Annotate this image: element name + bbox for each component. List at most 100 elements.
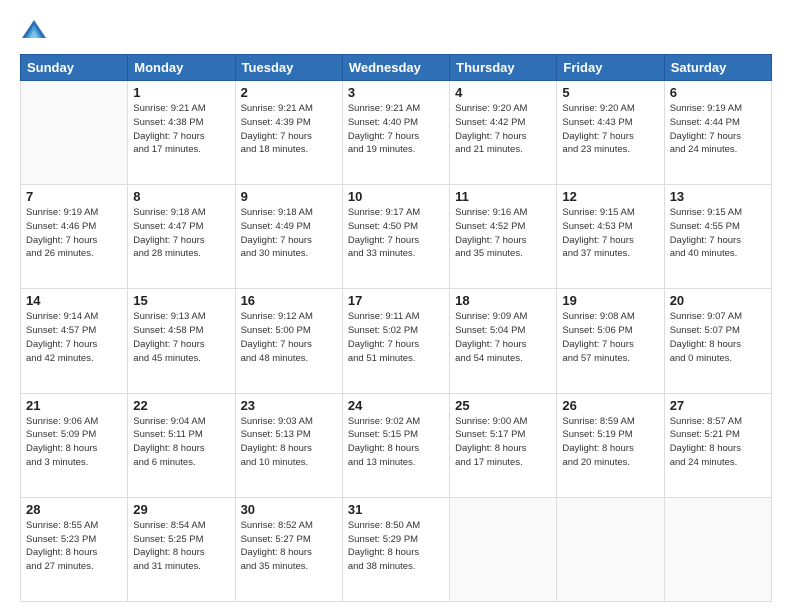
day-number: 22 xyxy=(133,398,229,413)
day-number: 25 xyxy=(455,398,551,413)
day-info: Sunrise: 9:21 AMSunset: 4:39 PMDaylight:… xyxy=(241,102,337,157)
day-info: Sunrise: 9:08 AMSunset: 5:06 PMDaylight:… xyxy=(562,310,658,365)
logo xyxy=(20,16,52,44)
day-number: 16 xyxy=(241,293,337,308)
day-number: 11 xyxy=(455,189,551,204)
header xyxy=(20,16,772,44)
day-info: Sunrise: 9:18 AMSunset: 4:47 PMDaylight:… xyxy=(133,206,229,261)
calendar-cell: 21 Sunrise: 9:06 AMSunset: 5:09 PMDayligh… xyxy=(21,393,128,497)
header-day-monday: Monday xyxy=(128,55,235,81)
calendar-cell: 4 Sunrise: 9:20 AMSunset: 4:42 PMDaylight… xyxy=(450,81,557,185)
day-info: Sunrise: 9:04 AMSunset: 5:11 PMDaylight:… xyxy=(133,415,229,470)
calendar-cell: 27 Sunrise: 8:57 AMSunset: 5:21 PMDayligh… xyxy=(664,393,771,497)
day-number: 7 xyxy=(26,189,122,204)
calendar-cell: 12Sunrise: 9:15 AMSunset: 4:53 PMDayligh… xyxy=(557,185,664,289)
calendar-cell xyxy=(557,497,664,601)
day-info: Sunrise: 9:03 AMSunset: 5:13 PMDaylight:… xyxy=(241,415,337,470)
page: SundayMondayTuesdayWednesdayThursdayFrid… xyxy=(0,0,792,612)
day-number: 5 xyxy=(562,85,658,100)
day-info: Sunrise: 9:20 AMSunset: 4:42 PMDaylight:… xyxy=(455,102,551,157)
calendar-cell: 8 Sunrise: 9:18 AMSunset: 4:47 PMDaylight… xyxy=(128,185,235,289)
day-info: Sunrise: 9:15 AMSunset: 4:55 PMDaylight:… xyxy=(670,206,766,261)
day-number: 28 xyxy=(26,502,122,517)
week-row-4: 21 Sunrise: 9:06 AMSunset: 5:09 PMDayligh… xyxy=(21,393,772,497)
day-number: 15 xyxy=(133,293,229,308)
day-info: Sunrise: 9:00 AMSunset: 5:17 PMDaylight:… xyxy=(455,415,551,470)
week-row-1: 1 Sunrise: 9:21 AMSunset: 4:38 PMDaylight… xyxy=(21,81,772,185)
day-info: Sunrise: 9:07 AMSunset: 5:07 PMDaylight:… xyxy=(670,310,766,365)
header-row: SundayMondayTuesdayWednesdayThursdayFrid… xyxy=(21,55,772,81)
day-number: 18 xyxy=(455,293,551,308)
day-number: 26 xyxy=(562,398,658,413)
calendar-cell: 30 Sunrise: 8:52 AMSunset: 5:27 PMDayligh… xyxy=(235,497,342,601)
header-day-wednesday: Wednesday xyxy=(342,55,449,81)
day-number: 23 xyxy=(241,398,337,413)
week-row-3: 14 Sunrise: 9:14 AMSunset: 4:57 PMDayligh… xyxy=(21,289,772,393)
day-number: 24 xyxy=(348,398,444,413)
header-day-friday: Friday xyxy=(557,55,664,81)
calendar-cell: 3Sunrise: 9:21 AMSunset: 4:40 PMDaylight… xyxy=(342,81,449,185)
calendar-cell: 1 Sunrise: 9:21 AMSunset: 4:38 PMDaylight… xyxy=(128,81,235,185)
week-row-5: 28 Sunrise: 8:55 AMSunset: 5:23 PMDayligh… xyxy=(21,497,772,601)
day-number: 20 xyxy=(670,293,766,308)
day-info: Sunrise: 8:55 AMSunset: 5:23 PMDaylight:… xyxy=(26,519,122,574)
day-number: 27 xyxy=(670,398,766,413)
header-day-sunday: Sunday xyxy=(21,55,128,81)
day-number: 21 xyxy=(26,398,122,413)
calendar-cell: 14 Sunrise: 9:14 AMSunset: 4:57 PMDayligh… xyxy=(21,289,128,393)
calendar-cell: 13Sunrise: 9:15 AMSunset: 4:55 PMDayligh… xyxy=(664,185,771,289)
calendar-cell: 20 Sunrise: 9:07 AMSunset: 5:07 PMDayligh… xyxy=(664,289,771,393)
day-number: 30 xyxy=(241,502,337,517)
day-info: Sunrise: 9:21 AMSunset: 4:38 PMDaylight:… xyxy=(133,102,229,157)
calendar-cell: 22 Sunrise: 9:04 AMSunset: 5:11 PMDayligh… xyxy=(128,393,235,497)
calendar-cell: 7 Sunrise: 9:19 AMSunset: 4:46 PMDaylight… xyxy=(21,185,128,289)
day-info: Sunrise: 8:50 AMSunset: 5:29 PMDaylight:… xyxy=(348,519,444,574)
day-info: Sunrise: 9:19 AMSunset: 4:46 PMDaylight:… xyxy=(26,206,122,261)
calendar-cell: 15 Sunrise: 9:13 AMSunset: 4:58 PMDayligh… xyxy=(128,289,235,393)
day-number: 8 xyxy=(133,189,229,204)
calendar-cell: 6 Sunrise: 9:19 AMSunset: 4:44 PMDaylight… xyxy=(664,81,771,185)
day-number: 4 xyxy=(455,85,551,100)
day-info: Sunrise: 9:18 AMSunset: 4:49 PMDaylight:… xyxy=(241,206,337,261)
calendar-cell: 31 Sunrise: 8:50 AMSunset: 5:29 PMDayligh… xyxy=(342,497,449,601)
day-number: 17 xyxy=(348,293,444,308)
day-number: 3 xyxy=(348,85,444,100)
day-number: 9 xyxy=(241,189,337,204)
day-number: 2 xyxy=(241,85,337,100)
calendar-cell xyxy=(21,81,128,185)
day-number: 14 xyxy=(26,293,122,308)
day-info: Sunrise: 8:57 AMSunset: 5:21 PMDaylight:… xyxy=(670,415,766,470)
header-day-tuesday: Tuesday xyxy=(235,55,342,81)
calendar-header: SundayMondayTuesdayWednesdayThursdayFrid… xyxy=(21,55,772,81)
day-info: Sunrise: 8:52 AMSunset: 5:27 PMDaylight:… xyxy=(241,519,337,574)
day-info: Sunrise: 9:17 AMSunset: 4:50 PMDaylight:… xyxy=(348,206,444,261)
day-number: 10 xyxy=(348,189,444,204)
day-info: Sunrise: 9:06 AMSunset: 5:09 PMDaylight:… xyxy=(26,415,122,470)
day-info: Sunrise: 9:13 AMSunset: 4:58 PMDaylight:… xyxy=(133,310,229,365)
calendar-cell: 19 Sunrise: 9:08 AMSunset: 5:06 PMDayligh… xyxy=(557,289,664,393)
calendar-cell: 10 Sunrise: 9:17 AMSunset: 4:50 PMDayligh… xyxy=(342,185,449,289)
calendar-cell: 26Sunrise: 8:59 AMSunset: 5:19 PMDayligh… xyxy=(557,393,664,497)
calendar-cell xyxy=(450,497,557,601)
day-info: Sunrise: 9:14 AMSunset: 4:57 PMDaylight:… xyxy=(26,310,122,365)
calendar-table: SundayMondayTuesdayWednesdayThursdayFrid… xyxy=(20,54,772,602)
calendar-cell: 2 Sunrise: 9:21 AMSunset: 4:39 PMDaylight… xyxy=(235,81,342,185)
day-number: 19 xyxy=(562,293,658,308)
calendar-cell: 24Sunrise: 9:02 AMSunset: 5:15 PMDayligh… xyxy=(342,393,449,497)
logo-icon xyxy=(20,16,48,44)
calendar-cell: 17Sunrise: 9:11 AMSunset: 5:02 PMDayligh… xyxy=(342,289,449,393)
day-info: Sunrise: 9:20 AMSunset: 4:43 PMDaylight:… xyxy=(562,102,658,157)
day-number: 6 xyxy=(670,85,766,100)
day-info: Sunrise: 9:16 AMSunset: 4:52 PMDaylight:… xyxy=(455,206,551,261)
header-day-thursday: Thursday xyxy=(450,55,557,81)
day-number: 31 xyxy=(348,502,444,517)
day-number: 1 xyxy=(133,85,229,100)
calendar-cell: 29Sunrise: 8:54 AMSunset: 5:25 PMDayligh… xyxy=(128,497,235,601)
calendar-cell: 9 Sunrise: 9:18 AMSunset: 4:49 PMDaylight… xyxy=(235,185,342,289)
day-info: Sunrise: 9:15 AMSunset: 4:53 PMDaylight:… xyxy=(562,206,658,261)
day-info: Sunrise: 9:19 AMSunset: 4:44 PMDaylight:… xyxy=(670,102,766,157)
calendar-cell: 28 Sunrise: 8:55 AMSunset: 5:23 PMDayligh… xyxy=(21,497,128,601)
calendar-cell: 18 Sunrise: 9:09 AMSunset: 5:04 PMDayligh… xyxy=(450,289,557,393)
day-info: Sunrise: 9:09 AMSunset: 5:04 PMDaylight:… xyxy=(455,310,551,365)
day-info: Sunrise: 9:12 AMSunset: 5:00 PMDaylight:… xyxy=(241,310,337,365)
